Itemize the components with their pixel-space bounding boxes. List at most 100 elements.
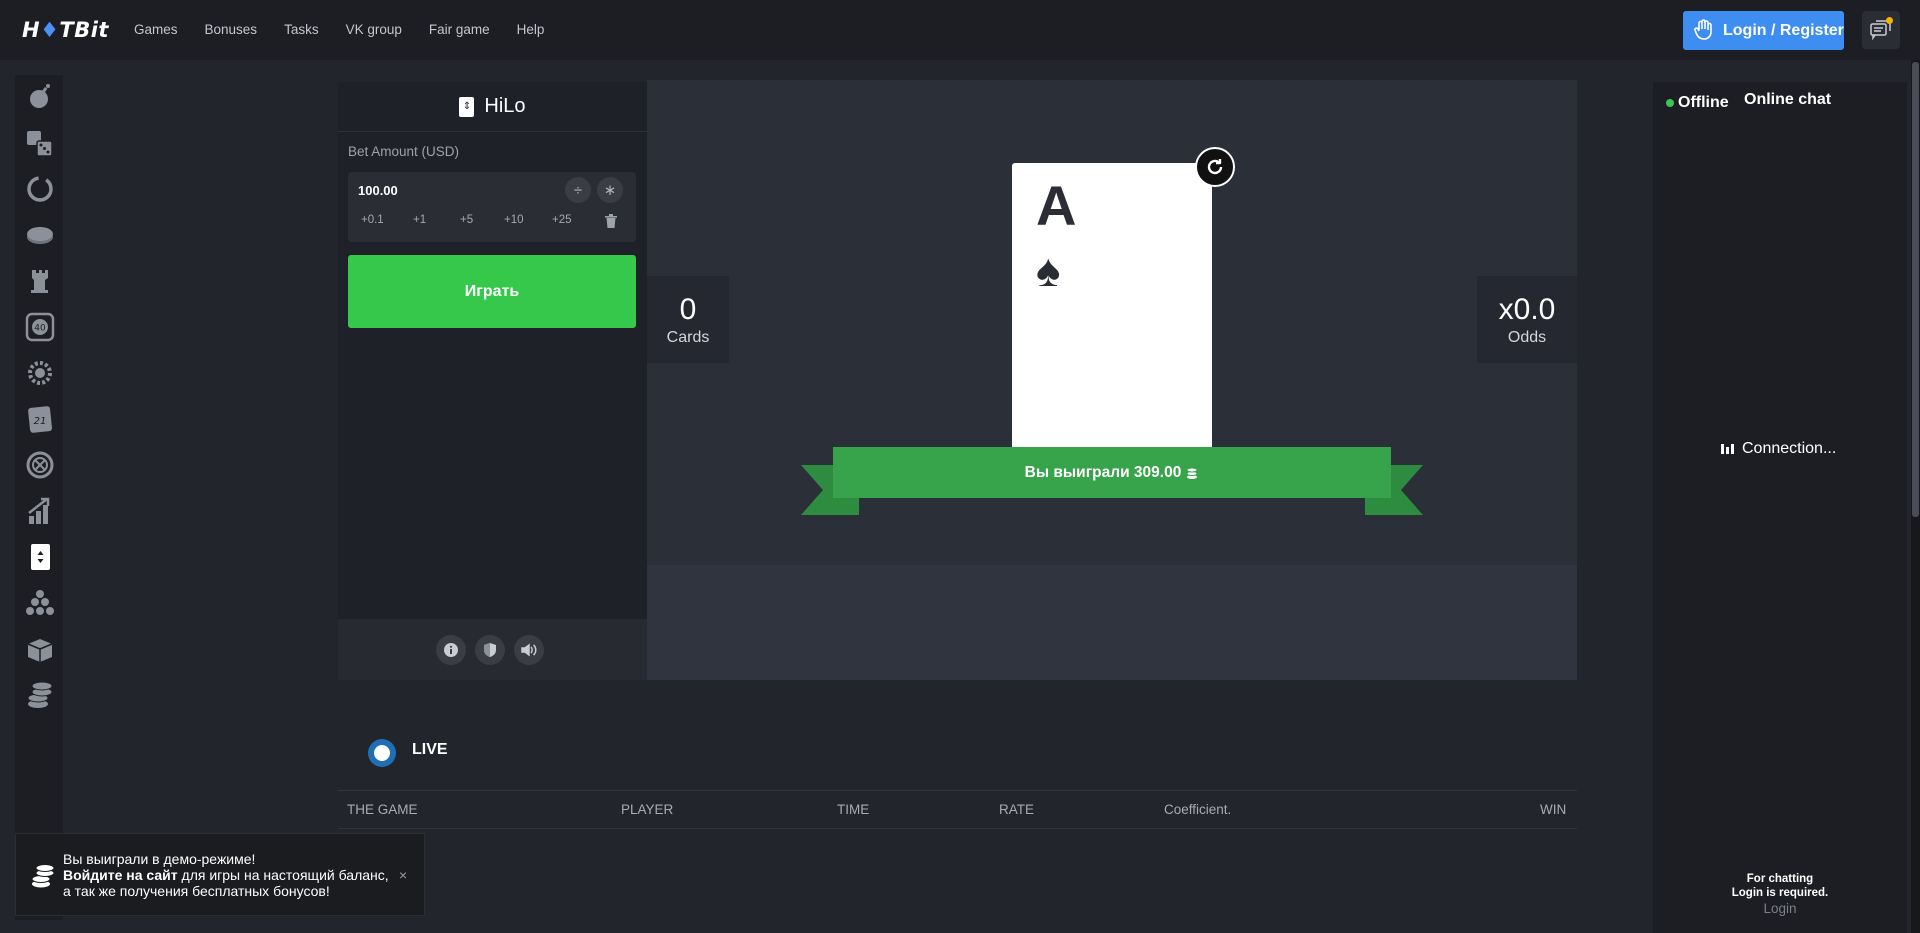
chat-login-link[interactable]: Login bbox=[1653, 901, 1907, 916]
loading-icon bbox=[1721, 444, 1734, 454]
sidebar-roulette[interactable] bbox=[25, 450, 55, 480]
play-button[interactable]: Играть bbox=[348, 255, 636, 328]
sidebar-coinflip[interactable] bbox=[25, 220, 55, 250]
stack-icon bbox=[27, 681, 53, 708]
nav-games[interactable]: Games bbox=[134, 22, 178, 37]
quick-bet-0-1[interactable]: +0.1 bbox=[361, 214, 384, 226]
main-nav: Games Bonuses Tasks VK group Fair game H… bbox=[134, 22, 571, 37]
game-history-strip bbox=[647, 565, 1577, 680]
logo-text-right: TBit bbox=[59, 18, 109, 42]
col-player: PLAYER bbox=[621, 802, 674, 817]
current-card: A ♠ bbox=[1012, 163, 1212, 450]
toast-line2: для игры на настоящий баланс, bbox=[177, 867, 389, 883]
game-title: ⇕ HiLo bbox=[338, 82, 647, 132]
nav-help[interactable]: Help bbox=[517, 22, 545, 37]
odds-counter: x0.0 Odds bbox=[1477, 276, 1577, 363]
divide-bet-button[interactable]: ÷ bbox=[565, 177, 591, 203]
scrollbar-thumb[interactable] bbox=[1912, 62, 1919, 517]
chat-status: Offline bbox=[1678, 94, 1729, 111]
blackjack-icon: 21 bbox=[28, 406, 53, 433]
bet-amount-box: ÷ ∗ +0.1 +1 +5 +10 +25 bbox=[348, 172, 636, 242]
sidebar-wheel[interactable] bbox=[25, 174, 55, 204]
chat-connecting: Connection... bbox=[1721, 440, 1836, 458]
chat-title: Online chat bbox=[1744, 91, 1832, 108]
coins-icon bbox=[1186, 467, 1198, 479]
coin-icon bbox=[27, 227, 53, 244]
bet-amount-input[interactable] bbox=[358, 180, 558, 200]
cards-count-label: Cards bbox=[666, 328, 710, 346]
sidebar-keno[interactable]: 40 bbox=[25, 312, 55, 342]
quick-bet-25[interactable]: +25 bbox=[552, 214, 572, 226]
toast-login-link[interactable]: Войдите на сайт bbox=[63, 867, 178, 883]
wheel-icon bbox=[27, 176, 53, 202]
quick-bet-10[interactable]: +10 bbox=[504, 214, 524, 226]
hand-icon bbox=[1694, 19, 1712, 40]
live-label: LIVE bbox=[412, 741, 448, 758]
card-rank: A bbox=[1036, 174, 1077, 237]
notification-dot bbox=[1886, 17, 1893, 24]
win-message: Вы выиграли 309.00 bbox=[1024, 463, 1182, 481]
login-register-button[interactable]: Login / Register bbox=[1683, 11, 1844, 50]
quick-bet-1[interactable]: +1 bbox=[413, 214, 426, 226]
col-rate: RATE bbox=[999, 802, 1035, 817]
sidebar-plinko[interactable] bbox=[25, 588, 55, 618]
sound-button[interactable] bbox=[514, 635, 544, 665]
cards-count-value: 0 bbox=[679, 292, 697, 326]
sidebar-blackjack[interactable]: 21 bbox=[25, 404, 55, 434]
sidebar-hilo[interactable] bbox=[25, 542, 55, 572]
svg-text:40: 40 bbox=[34, 324, 46, 334]
bomb-icon bbox=[30, 84, 50, 108]
connecting-text: Connection... bbox=[1742, 440, 1837, 457]
sidebar-mines[interactable] bbox=[25, 82, 55, 112]
top-header: H♦TBit Games Bonuses Tasks VK group Fair… bbox=[0, 0, 1920, 60]
messages-button[interactable] bbox=[1862, 11, 1900, 49]
svg-text:21: 21 bbox=[34, 416, 47, 427]
nav-bonuses[interactable]: Bonuses bbox=[205, 22, 258, 37]
plinko-icon bbox=[26, 590, 54, 615]
toast-line1: Вы выиграли в демо-режиме! bbox=[63, 851, 256, 867]
hilo-card-icon: ⇕ bbox=[459, 96, 475, 117]
trash-icon[interactable] bbox=[605, 214, 617, 228]
chat-note-line1: For chatting bbox=[1746, 873, 1814, 885]
hilo-icon bbox=[31, 544, 50, 570]
nav-tasks[interactable]: Tasks bbox=[284, 22, 319, 37]
close-icon[interactable]: × bbox=[399, 867, 407, 883]
fairness-button[interactable] bbox=[475, 635, 505, 665]
live-table-header: THE GAME PLAYER TIME RATE Coefficient. W… bbox=[338, 790, 1577, 829]
dice-icon bbox=[27, 131, 53, 157]
shield-icon bbox=[484, 643, 496, 657]
info-icon bbox=[444, 643, 458, 657]
col-win: WIN bbox=[1540, 802, 1567, 817]
spade-icon: ♠ bbox=[1036, 244, 1061, 296]
gear-icon bbox=[28, 361, 52, 385]
bet-panel: ⇕ HiLo Bet Amount (USD) ÷ ∗ +0.1 +1 +5 +… bbox=[338, 82, 647, 680]
box-icon bbox=[27, 639, 53, 662]
info-button[interactable] bbox=[436, 635, 466, 665]
sidebar-stack[interactable] bbox=[25, 680, 55, 710]
refresh-icon bbox=[1207, 159, 1223, 175]
sidebar-tower[interactable] bbox=[25, 266, 55, 296]
online-status-dot bbox=[1666, 99, 1674, 107]
hotbit-logo[interactable]: H♦TBit bbox=[22, 18, 109, 42]
sidebar-crash[interactable] bbox=[25, 496, 55, 526]
sidebar-dice[interactable] bbox=[25, 128, 55, 158]
speaker-icon bbox=[521, 643, 537, 657]
col-the-game: THE GAME bbox=[347, 802, 418, 817]
chat-note-line2: Login is required. bbox=[1731, 887, 1829, 899]
skip-card-button[interactable] bbox=[1195, 147, 1235, 187]
sidebar-cases[interactable] bbox=[25, 634, 55, 664]
game-sidebar: 40 21 bbox=[15, 75, 63, 920]
live-toggle[interactable] bbox=[368, 739, 396, 767]
cards-counter: 0 Cards bbox=[647, 276, 729, 363]
toast-line3: а так же получения бесплатных бонусов! bbox=[63, 883, 330, 899]
multiply-bet-button[interactable]: ∗ bbox=[597, 177, 623, 203]
sidebar-gear-game[interactable] bbox=[25, 358, 55, 388]
chat-panel: Offline Online chat Connection... For ch… bbox=[1653, 82, 1907, 933]
nav-vk-group[interactable]: VK group bbox=[346, 22, 402, 37]
nav-fair-game[interactable]: Fair game bbox=[429, 22, 490, 37]
tower-icon bbox=[31, 270, 48, 293]
quick-bet-5[interactable]: +5 bbox=[460, 214, 473, 226]
col-time: TIME bbox=[837, 802, 870, 817]
game-title-text: HiLo bbox=[484, 95, 526, 117]
demo-win-toast: Вы выиграли в демо-режиме! Войдите на са… bbox=[15, 833, 425, 916]
